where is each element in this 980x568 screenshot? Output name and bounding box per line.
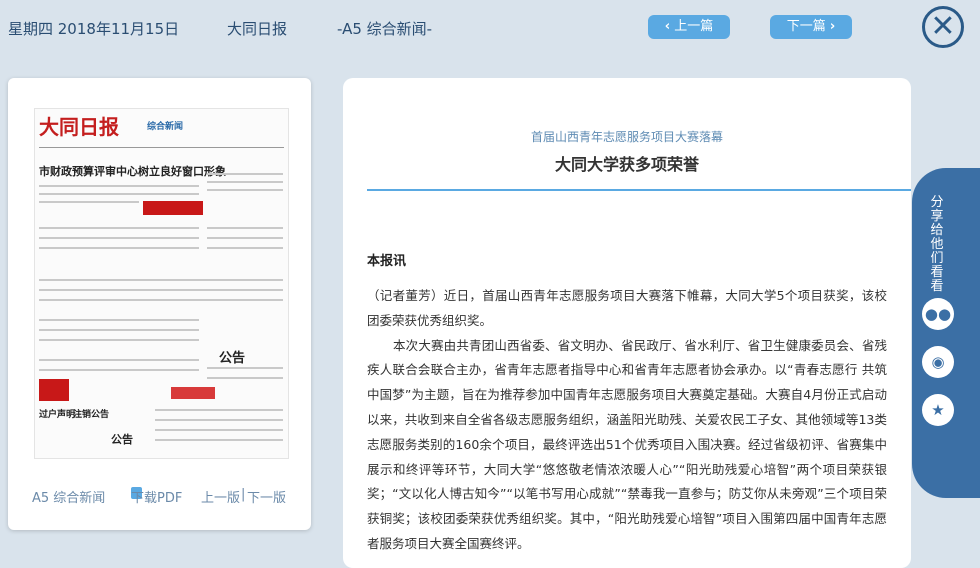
thumbnail-text-line [39,185,199,187]
prev-article-button[interactable]: ‹ 上一篇 [648,15,730,39]
thumbnail-text-line [207,173,283,175]
weibo-icon: ◉ [931,353,945,371]
page-thumbnail[interactable]: 大同日报 综合新闻 市财政预算评审中心树立良好窗口形象 公告 过户声明 注销公告… [34,108,289,459]
thumbnail-text-line [207,181,283,183]
thumbnail-notice-2: 公告 [111,433,133,446]
thumbnail-text-line [207,237,283,239]
article-title: 大同大学获多项荣誉 [554,155,699,174]
page-link-separator: | [241,487,246,502]
thumbnail-text-line [155,439,283,441]
newspaper-name: 大同日报 [227,20,288,38]
share-weibo-button[interactable]: ◉ [922,346,954,378]
footer-section-link[interactable]: A5 综合新闻 [32,487,105,506]
thumbnail-red-box [143,201,203,215]
chevron-left-icon: ‹ [664,19,671,34]
thumbnail-text-line [39,339,199,341]
card-footer: A5 综合新闻 下载PDF 上一版 | 下一版 [32,487,287,506]
next-page-link[interactable]: 下一版 [247,487,286,506]
thumbnail-red-box [171,387,215,399]
thumbnail-notice: 公告 [219,351,246,366]
article-body: （记者董芳）近日，首届山西青年志愿服务项目大赛落下帷幕，大同大学5个项目获奖，该… [367,284,887,557]
thumbnail-text-line [39,299,283,301]
page-thumbnail-card: 大同日报 综合新闻 市财政预算评审中心树立良好窗口形象 公告 过户声明 注销公告… [8,78,311,530]
thumbnail-text-line [39,359,199,361]
close-icon: ✕ [930,9,956,44]
thumbnail-text-line [207,367,283,369]
close-button[interactable]: ✕ [922,6,964,48]
top-bar: 星期四 2018年11月15日 大同日报 -A5 综合新闻- ‹ 上一篇 下一篇… [0,0,980,56]
thumbnail-rule [39,147,284,148]
thumbnail-transfer-notice: 过户声明 [39,410,76,420]
wechat-icon: ●● [924,305,952,323]
thumbnail-text-line [155,419,283,421]
qzone-icon: ★ [931,401,945,419]
chevron-right-icon: › [829,19,836,34]
article-lead: 本报讯 [367,254,407,269]
thumbnail-text-line [39,201,139,203]
thumbnail-text-line [207,377,283,379]
thumbnail-text-line [155,429,283,431]
thumbnail-text-line [39,319,199,321]
thumbnail-text-line [207,247,283,249]
thumbnail-red-box [39,379,69,401]
thumbnail-masthead: 大同日报 [39,115,119,139]
article-subtitle: 首届山西青年志愿服务项目大赛落幕 [530,130,723,144]
thumbnail-text-line [39,289,283,291]
issue-date: 星期四 2018年11月15日 [8,20,180,38]
thumbnail-text-line [155,409,283,411]
thumbnail-text-line [207,189,283,191]
share-label: 分享给他们看看 [930,195,944,294]
thumbnail-headline: 市财政预算评审中心树立良好窗口形象 [39,165,226,178]
next-article-button[interactable]: 下一篇 › [770,15,852,39]
article-panel: 首届山西青年志愿服务项目大赛落幕 大同大学获多项荣誉 本报讯 （记者董芳）近日，… [343,78,911,568]
article-paragraph: 本次大赛由共青团山西省委、省文明办、省民政厅、省水利厅、省卫生健康委员会、省残疾… [367,337,887,551]
thumbnail-text-line [39,279,283,281]
thumbnail-text-line [39,227,199,229]
thumbnail-text-line [39,237,199,239]
thumbnail-text-line [39,369,199,371]
thumbnail-text-line [39,193,199,195]
thumbnail-text-line [39,247,199,249]
thumbnail-text-line [39,329,199,331]
thumbnail-cancel-notice: 注销公告 [73,410,110,420]
share-qzone-button[interactable]: ★ [922,394,954,426]
thumbnail-text-line [207,227,283,229]
prev-page-link[interactable]: 上一版 [201,487,240,506]
section-name: -A5 综合新闻- [337,20,433,38]
share-panel: 分享给他们看看 ●● ◉ ★ [912,168,980,498]
title-divider [367,189,911,191]
article-paragraph: （记者董芳）近日，首届山西青年志愿服务项目大赛落下帷幕，大同大学5个项目获奖，该… [367,288,887,328]
thumbnail-badge: 综合新闻 [147,122,184,132]
share-wechat-button[interactable]: ●● [922,298,954,330]
